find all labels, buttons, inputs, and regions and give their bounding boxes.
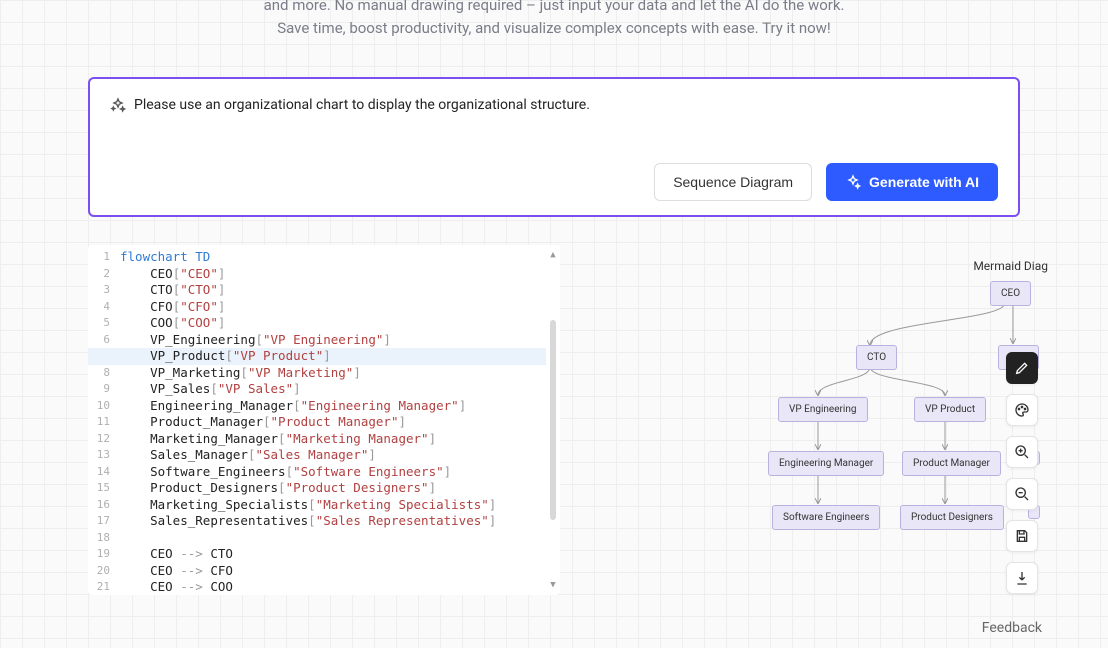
code-line[interactable]	[120, 530, 546, 547]
line-gutter: 123456789101112131415161718192021	[88, 249, 116, 595]
code-line[interactable]: CEO --> COO	[120, 579, 546, 595]
palette-icon	[1014, 402, 1030, 418]
node-vp-prod[interactable]: VP Product	[914, 397, 986, 422]
feedback-link[interactable]: Feedback	[982, 620, 1042, 636]
code-line[interactable]: Sales_Manager["Sales Manager"]	[120, 447, 546, 464]
code-lines[interactable]: flowchart TD CEO["CEO"] CTO["CTO"] CFO["…	[120, 249, 546, 595]
node-ceo[interactable]: CEO	[990, 281, 1031, 306]
prompt-text[interactable]: Please use an organizational chart to di…	[134, 97, 590, 113]
scroll-thumb[interactable]	[550, 320, 556, 520]
node-cto[interactable]: CTO	[856, 345, 897, 370]
palette-button[interactable]	[1006, 394, 1038, 426]
node-prod-mgr[interactable]: Product Manager	[902, 451, 1001, 476]
scroll-down-icon[interactable]: ▼	[550, 577, 555, 594]
scroll-up-icon[interactable]: ▲	[550, 247, 555, 264]
edit-button[interactable]	[1006, 352, 1038, 384]
hero-subtitle: and more. No manual drawing required – j…	[0, 0, 1108, 39]
save-button[interactable]	[1006, 520, 1038, 552]
node-prod-des[interactable]: Product Designers	[900, 505, 1004, 530]
code-line[interactable]: CFO["CFO"]	[120, 299, 546, 316]
code-line[interactable]: Sales_Representatives["Sales Representat…	[120, 513, 546, 530]
code-line[interactable]: flowchart TD	[120, 249, 546, 266]
code-line[interactable]: Product_Designers["Product Designers"]	[120, 480, 546, 497]
code-line[interactable]: Marketing_Specialists["Marketing Special…	[120, 497, 546, 514]
download-icon	[1014, 570, 1030, 586]
zoom-out-button[interactable]	[1006, 478, 1038, 510]
code-line[interactable]: Engineering_Manager["Engineering Manager…	[120, 398, 546, 415]
code-line[interactable]: COO["COO"]	[120, 315, 546, 332]
download-button[interactable]	[1006, 562, 1038, 594]
code-line[interactable]: CTO["CTO"]	[120, 282, 546, 299]
sparkle-icon	[845, 174, 861, 190]
zoom-in-button[interactable]	[1006, 436, 1038, 468]
diagram-pane[interactable]: Mermaid Diag CEO CTO CFO VP Engineering …	[580, 245, 1048, 595]
code-line[interactable]: Product_Manager["Product Manager"]	[120, 414, 546, 431]
node-vp-eng[interactable]: VP Engineering	[778, 397, 868, 422]
editor-scrollbar[interactable]: ▲ ▼	[548, 247, 558, 593]
code-line[interactable]: Software_Engineers["Software Engineers"]	[120, 464, 546, 481]
code-line[interactable]: CEO["CEO"]	[120, 266, 546, 283]
code-line[interactable]: VP_Product["VP Product"]	[88, 348, 546, 365]
code-line[interactable]: Marketing_Manager["Marketing Manager"]	[120, 431, 546, 448]
tool-column	[1006, 352, 1038, 594]
sequence-diagram-button[interactable]: Sequence Diagram	[654, 163, 812, 201]
code-line[interactable]: VP_Engineering["VP Engineering"]	[120, 332, 546, 349]
prompt-box: Please use an organizational chart to di…	[88, 77, 1020, 217]
save-icon	[1014, 528, 1030, 544]
generate-ai-button[interactable]: Generate with AI	[826, 163, 998, 201]
zoom-in-icon	[1014, 444, 1030, 460]
code-line[interactable]: VP_Sales["VP Sales"]	[120, 381, 546, 398]
sparkle-icon	[110, 97, 126, 113]
code-editor[interactable]: 123456789101112131415161718192021 flowch…	[88, 245, 560, 595]
pencil-icon	[1014, 360, 1030, 376]
node-eng-mgr[interactable]: Engineering Manager	[768, 451, 884, 476]
code-line[interactable]: CEO --> CFO	[120, 563, 546, 580]
code-line[interactable]: VP_Marketing["VP Marketing"]	[120, 365, 546, 382]
node-sw-eng[interactable]: Software Engineers	[772, 505, 880, 530]
diagram-title: Mermaid Diag	[973, 259, 1048, 273]
zoom-out-icon	[1014, 486, 1030, 502]
code-line[interactable]: CEO --> CTO	[120, 546, 546, 563]
